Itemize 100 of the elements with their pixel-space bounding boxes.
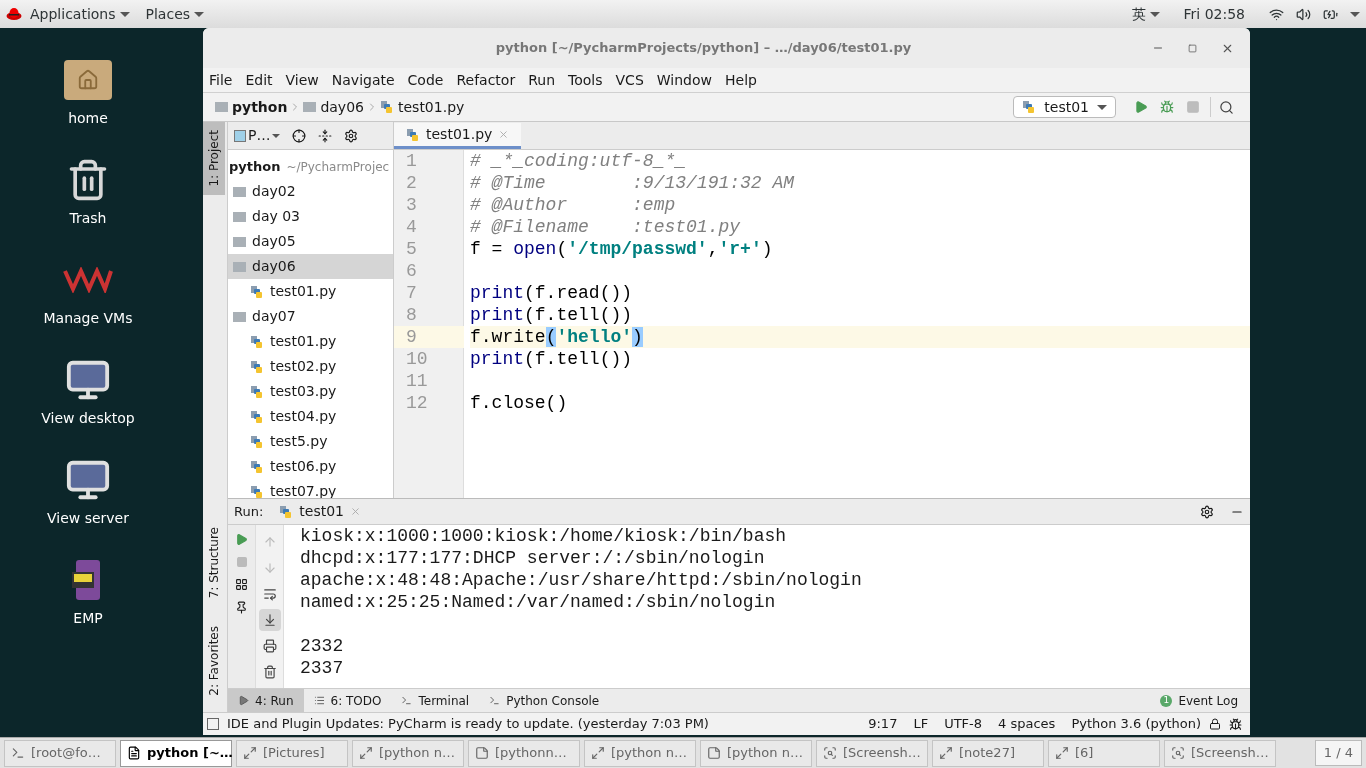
line-number: 6 bbox=[405, 260, 418, 282]
editor-tab[interactable]: test01.py bbox=[394, 123, 522, 149]
tree-item[interactable]: test07.py bbox=[228, 479, 393, 498]
input-method-menu[interactable]: 英 bbox=[1131, 3, 1160, 25]
breadcrumb[interactable]: day06 bbox=[303, 96, 364, 118]
menu-item[interactable]: File bbox=[209, 69, 233, 91]
taskbar-item[interactable]: [Pictures] bbox=[236, 739, 348, 767]
tool-window-tab[interactable]: Terminal bbox=[391, 688, 480, 713]
taskbar-item[interactable]: [python n… bbox=[700, 739, 812, 767]
breadcrumb[interactable]: test01.py bbox=[380, 96, 465, 118]
taskbar-item[interactable]: [python n… bbox=[352, 739, 464, 767]
desktop-icon-label[interactable]: View desktop bbox=[41, 408, 135, 429]
tree-item[interactable]: test06.py bbox=[228, 454, 393, 479]
menu-item[interactable]: Edit bbox=[245, 69, 273, 91]
taskbar-item[interactable]: [pythonn… bbox=[468, 739, 580, 767]
menu-item[interactable]: View bbox=[285, 69, 319, 91]
search-icon[interactable] bbox=[1219, 99, 1234, 115]
menu-item[interactable]: Code bbox=[407, 69, 444, 91]
desktop-icon-label[interactable]: Trash bbox=[69, 208, 107, 229]
taskbar-item[interactable]: [Screensh… bbox=[816, 739, 928, 767]
status-message[interactable]: IDE and Plugin Updates: PyCharm is ready to update. (yesterday 7:03 PM) bbox=[227, 714, 709, 734]
top-menu[interactable]: Applications bbox=[30, 3, 130, 25]
line-number: 9 bbox=[394, 326, 464, 348]
status-item[interactable]: 4 spaces bbox=[998, 714, 1056, 734]
scroll-end-button[interactable] bbox=[258, 609, 281, 631]
workspace-pager[interactable]: 1 / 4 bbox=[1314, 740, 1362, 766]
side-tab[interactable]: 7: Structure bbox=[203, 518, 225, 607]
menu-item[interactable]: Window bbox=[656, 69, 712, 91]
wifi-icon[interactable] bbox=[1269, 6, 1284, 22]
caret-icon[interactable] bbox=[1350, 11, 1360, 17]
taskbar-item[interactable]: python [~… bbox=[120, 739, 232, 767]
taskbar-item[interactable]: [Screensh… bbox=[1164, 739, 1276, 767]
rerun-icon[interactable] bbox=[235, 533, 248, 546]
menu-item[interactable]: Refactor bbox=[456, 69, 516, 91]
collapse-icon[interactable] bbox=[318, 128, 333, 143]
tree-item[interactable]: test01.py bbox=[228, 279, 393, 304]
status-item[interactable]: LF bbox=[913, 714, 929, 734]
top-menu[interactable]: Places bbox=[145, 3, 205, 25]
status-item[interactable]: Python 3.6 (python) bbox=[1071, 714, 1201, 734]
line-number: 1 bbox=[405, 150, 418, 172]
tree-item[interactable]: test5.py bbox=[228, 429, 393, 454]
line-number: 10 bbox=[405, 348, 429, 370]
desktop-icon-label[interactable]: View server bbox=[47, 508, 129, 529]
debug-button[interactable] bbox=[1160, 100, 1174, 114]
maximize-icon[interactable] bbox=[1188, 43, 1197, 53]
lock-icon[interactable] bbox=[1209, 718, 1221, 730]
folder-icon bbox=[233, 236, 246, 247]
status-item[interactable]: 9:17 bbox=[868, 714, 898, 734]
code-line: print(f.tell()) bbox=[470, 348, 634, 370]
settings-icon[interactable] bbox=[344, 128, 359, 143]
python-file-icon bbox=[250, 434, 264, 449]
menu-item[interactable]: Run bbox=[528, 69, 556, 91]
tree-item[interactable]: test04.py bbox=[228, 404, 393, 429]
folder-icon bbox=[233, 311, 246, 322]
tree-item[interactable]: test02.py bbox=[228, 354, 393, 379]
inspector-icon[interactable] bbox=[1229, 717, 1242, 731]
menu-item[interactable]: Help bbox=[725, 69, 757, 91]
desktop-icon-label[interactable]: home bbox=[68, 108, 108, 129]
desktop-icon-label[interactable]: Manage VMs bbox=[43, 308, 133, 329]
tool-window-tab[interactable]: 6: TODO bbox=[303, 688, 392, 713]
tree-item[interactable]: day02 bbox=[228, 179, 393, 204]
tool-window-tab[interactable]: Python Console bbox=[479, 688, 610, 713]
taskbar-item[interactable]: [6] bbox=[1048, 739, 1160, 767]
desktop-icon-label[interactable]: EMP bbox=[73, 608, 103, 629]
layout-icon[interactable] bbox=[235, 578, 248, 591]
breadcrumb[interactable]: python bbox=[215, 96, 288, 118]
taskbar-item[interactable]: [python n… bbox=[584, 739, 696, 767]
tree-item[interactable]: test03.py bbox=[228, 379, 393, 404]
locate-icon[interactable] bbox=[292, 128, 307, 143]
tool-window-tab[interactable]: 4: Run bbox=[228, 688, 304, 713]
volume-icon[interactable] bbox=[1296, 6, 1311, 22]
clock[interactable]: Fri 02:58 bbox=[1183, 3, 1245, 25]
run-button[interactable] bbox=[1134, 100, 1148, 114]
menu-item[interactable]: Tools bbox=[568, 69, 603, 91]
output-line: 2332 bbox=[300, 635, 345, 657]
tree-item[interactable]: python ~/PycharmProjec bbox=[228, 154, 393, 179]
tree-item[interactable]: test01.py bbox=[228, 329, 393, 354]
tree-item[interactable]: day06 bbox=[228, 254, 393, 279]
tree-item[interactable]: day 03 bbox=[228, 204, 393, 229]
tree-item[interactable]: day05 bbox=[228, 229, 393, 254]
settings-icon[interactable] bbox=[1200, 504, 1214, 519]
pin-icon[interactable] bbox=[235, 601, 248, 614]
status-toggle-icon[interactable] bbox=[207, 718, 219, 730]
tree-item[interactable]: day07 bbox=[228, 304, 393, 329]
trash-icon bbox=[262, 665, 277, 679]
run-config-dropdown[interactable]: test01 bbox=[1013, 96, 1116, 118]
status-item[interactable]: UTF-8 bbox=[944, 714, 983, 734]
menu-item[interactable]: VCS bbox=[615, 69, 644, 91]
caret-icon bbox=[194, 11, 205, 17]
event-log-tab[interactable]: 1 Event Log bbox=[1160, 691, 1238, 710]
run-tab[interactable]: test01 bbox=[279, 501, 361, 522]
taskbar-item[interactable]: [note27] bbox=[932, 739, 1044, 767]
line-number: 5 bbox=[405, 238, 418, 260]
output-line: kiosk:x:1000:1000:kiosk:/home/kiosk:/bin/bash bbox=[300, 525, 788, 547]
menu-item[interactable]: Navigate bbox=[331, 69, 395, 91]
side-tab[interactable]: 1: Project bbox=[203, 122, 225, 195]
side-tab[interactable]: 2: Favorites bbox=[203, 618, 225, 704]
line-number: 2 bbox=[405, 172, 418, 194]
python-icon bbox=[279, 504, 294, 519]
taskbar-item[interactable]: [root@fo… bbox=[4, 739, 116, 767]
